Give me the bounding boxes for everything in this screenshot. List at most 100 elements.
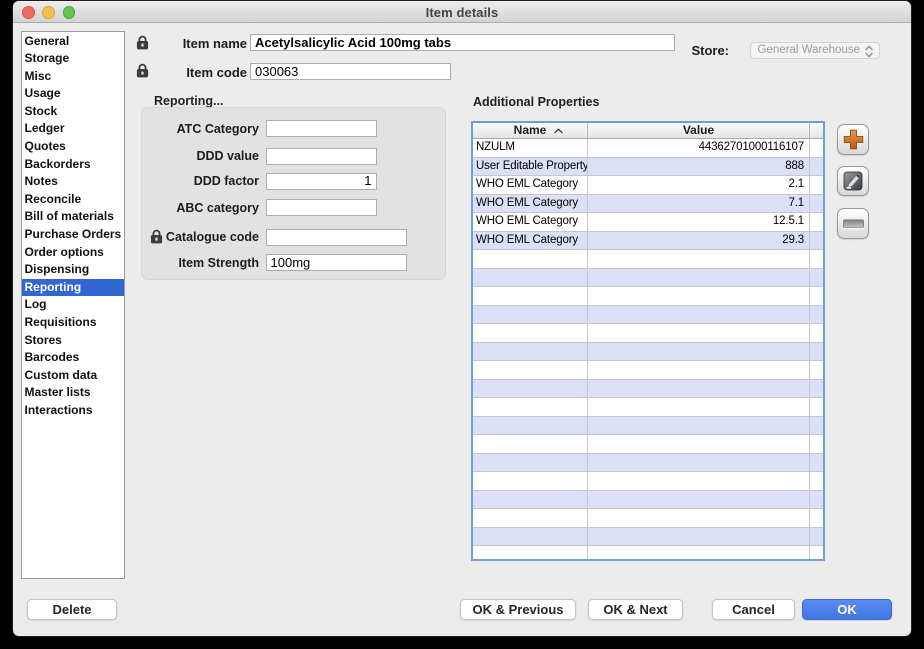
ddd-value-input[interactable]: [266, 148, 377, 165]
empty-row[interactable]: [473, 491, 823, 510]
row-spacer-cell: [810, 509, 823, 528]
sidebar-item-ledger[interactable]: Ledger: [22, 120, 124, 138]
sidebar-item-master-lists[interactable]: Master lists: [22, 384, 124, 402]
chevron-up-down-icon: [864, 45, 874, 58]
sidebar-tab-list: GeneralStorageMiscUsageStockLedgerQuotes…: [21, 31, 125, 579]
property-row[interactable]: NZULM44362701000116107: [473, 139, 823, 158]
property-name-cell: [473, 398, 588, 417]
sidebar-item-usage[interactable]: Usage: [22, 85, 124, 103]
ok-previous-button[interactable]: OK & Previous: [460, 599, 576, 620]
column-header-name[interactable]: Name: [473, 123, 588, 138]
item-name-label: Item name: [153, 36, 247, 51]
property-value-cell: 12.5.1: [588, 213, 810, 232]
property-name-cell: [473, 528, 588, 547]
empty-row[interactable]: [473, 435, 823, 454]
empty-row[interactable]: [473, 417, 823, 436]
property-value-cell: [588, 306, 810, 325]
sidebar-item-reconcile[interactable]: Reconcile: [22, 191, 124, 209]
pencil-icon: [843, 171, 863, 191]
sort-ascending-icon: [554, 128, 563, 134]
row-spacer-cell: [810, 343, 823, 362]
empty-row[interactable]: [473, 343, 823, 362]
row-spacer-cell: [810, 232, 823, 251]
sidebar-item-backorders[interactable]: Backorders: [22, 156, 124, 174]
empty-row[interactable]: [473, 324, 823, 343]
property-value-cell: 44362701000116107: [588, 139, 810, 158]
empty-row[interactable]: [473, 472, 823, 491]
sidebar-item-quotes[interactable]: Quotes: [22, 138, 124, 156]
table-header-row: Name Value: [473, 123, 823, 139]
property-row[interactable]: WHO EML Category2.1: [473, 176, 823, 195]
empty-row[interactable]: [473, 528, 823, 547]
add-property-button[interactable]: [837, 124, 869, 155]
property-value-cell: [588, 269, 810, 288]
sidebar-item-misc[interactable]: Misc: [22, 68, 124, 86]
property-row[interactable]: User Editable Property888: [473, 158, 823, 177]
screen-background: Item details GeneralStorageMiscUsageStoc…: [0, 0, 924, 649]
row-spacer-cell: [810, 158, 823, 177]
empty-row[interactable]: [473, 250, 823, 269]
sidebar-item-dispensing[interactable]: Dispensing: [22, 261, 124, 279]
column-header-value[interactable]: Value: [588, 123, 810, 138]
remove-property-button[interactable]: [837, 208, 869, 239]
sidebar-item-barcodes[interactable]: Barcodes: [22, 349, 124, 367]
cancel-button[interactable]: Cancel: [712, 599, 795, 620]
store-select[interactable]: General Warehouse: [750, 42, 880, 59]
property-name-cell: [473, 343, 588, 362]
sidebar-item-notes[interactable]: Notes: [22, 173, 124, 191]
sidebar-item-log[interactable]: Log: [22, 296, 124, 314]
property-value-cell: [588, 417, 810, 436]
abc-category-input[interactable]: [266, 199, 377, 216]
empty-row[interactable]: [473, 287, 823, 306]
row-spacer-cell: [810, 269, 823, 288]
row-spacer-cell: [810, 472, 823, 491]
sidebar-item-storage[interactable]: Storage: [22, 50, 124, 68]
row-spacer-cell: [810, 195, 823, 214]
item-strength-label: Item Strength: [133, 256, 259, 270]
empty-row[interactable]: [473, 269, 823, 288]
catalogue-code-input[interactable]: [266, 229, 407, 246]
empty-row[interactable]: [473, 398, 823, 417]
property-value-cell: 2.1: [588, 176, 810, 195]
ok-next-button[interactable]: OK & Next: [588, 599, 683, 620]
item-code-input[interactable]: 030063: [250, 63, 451, 80]
sidebar-item-stock[interactable]: Stock: [22, 103, 124, 121]
ddd-factor-input[interactable]: 1: [266, 173, 377, 190]
sidebar-item-bill-of-materials[interactable]: Bill of materials: [22, 208, 124, 226]
ok-button[interactable]: OK: [802, 599, 892, 620]
sidebar-item-interactions[interactable]: Interactions: [22, 402, 124, 420]
property-value-cell: 888: [588, 158, 810, 177]
property-name-cell: [473, 250, 588, 269]
property-row[interactable]: WHO EML Category7.1: [473, 195, 823, 214]
empty-row[interactable]: [473, 306, 823, 325]
additional-properties-table: Name Value NZULM44362701000116107User Ed…: [471, 121, 825, 561]
delete-button[interactable]: Delete: [27, 599, 117, 620]
sidebar-item-reporting[interactable]: Reporting: [22, 279, 124, 297]
empty-row[interactable]: [473, 361, 823, 380]
row-spacer-cell: [810, 287, 823, 306]
item-strength-input[interactable]: 100mg: [266, 254, 407, 271]
row-spacer-cell: [810, 528, 823, 547]
atc-category-label: ATC Category: [133, 122, 259, 136]
empty-row[interactable]: [473, 454, 823, 473]
empty-row[interactable]: [473, 509, 823, 528]
property-row[interactable]: WHO EML Category12.5.1: [473, 213, 823, 232]
atc-category-input[interactable]: [266, 120, 377, 137]
item-name-input[interactable]: Acetylsalicylic Acid 100mg tabs: [250, 34, 675, 51]
empty-row[interactable]: [473, 380, 823, 399]
sidebar-item-stores[interactable]: Stores: [22, 332, 124, 350]
empty-row[interactable]: [473, 546, 823, 561]
store-select-value: General Warehouse: [758, 43, 861, 58]
sidebar-item-order-options[interactable]: Order options: [22, 244, 124, 262]
sidebar-item-purchase-orders[interactable]: Purchase Orders: [22, 226, 124, 244]
edit-property-button[interactable]: [837, 166, 869, 197]
sidebar-item-requisitions[interactable]: Requisitions: [22, 314, 124, 332]
ddd-factor-label: DDD factor: [133, 174, 259, 188]
column-header-spacer: [810, 123, 823, 138]
row-spacer-cell: [810, 176, 823, 195]
property-row[interactable]: WHO EML Category29.3: [473, 232, 823, 251]
row-spacer-cell: [810, 139, 823, 158]
sidebar-item-custom-data[interactable]: Custom data: [22, 367, 124, 385]
sidebar-item-general[interactable]: General: [22, 33, 124, 51]
property-name-cell: [473, 417, 588, 436]
